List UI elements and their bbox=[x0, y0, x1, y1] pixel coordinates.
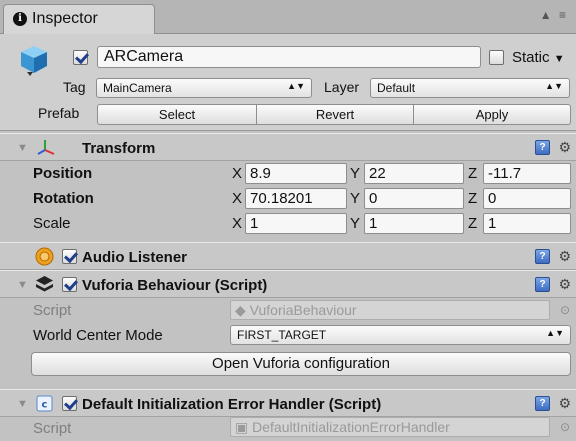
info-icon: i bbox=[13, 12, 27, 26]
world-center-mode-label: World Center Mode bbox=[33, 327, 163, 344]
tab-inspector[interactable]: i Inspector bbox=[3, 4, 155, 35]
gear-icon[interactable]: ⚙ bbox=[558, 248, 571, 265]
error-handler-script-field: ▣ DefaultInitializationErrorHandler bbox=[230, 417, 550, 437]
vuforia-script-row: Script ◆ VuforiaBehaviour ⊙ bbox=[0, 298, 576, 323]
gameobject-cube-icon[interactable] bbox=[19, 44, 49, 78]
static-checkbox[interactable] bbox=[489, 50, 504, 65]
error-handler-enabled-checkbox[interactable] bbox=[62, 396, 77, 411]
transform-header[interactable]: ▼ Transform ? ⚙ bbox=[0, 133, 576, 161]
scale-y-field[interactable]: 1 bbox=[364, 213, 464, 234]
transform-axes-icon bbox=[37, 140, 55, 155]
error-handler-header[interactable]: ▼ c Default Initialization Error Handler… bbox=[0, 389, 576, 417]
help-book-icon[interactable]: ? bbox=[535, 140, 550, 155]
scale-y-label[interactable]: Y bbox=[350, 215, 360, 232]
world-center-mode-row: World Center Mode FIRST_TARGET ▲▼ bbox=[0, 323, 576, 348]
error-handler-script-row: Script ▣ DefaultInitializationErrorHandl… bbox=[0, 416, 576, 441]
static-label[interactable]: Static ▼ bbox=[512, 49, 565, 66]
rotation-y-label[interactable]: Y bbox=[350, 190, 360, 207]
vuforia-title: Vuforia Behaviour (Script) bbox=[82, 277, 268, 294]
rotation-z-field[interactable]: 0 bbox=[483, 188, 571, 209]
error-handler-foldout-icon[interactable]: ▼ bbox=[17, 398, 28, 410]
position-z-field[interactable]: -11.7 bbox=[483, 163, 571, 184]
scale-z-label[interactable]: Z bbox=[468, 215, 477, 232]
world-center-dropdown-arrow-icon: ▲▼ bbox=[546, 328, 564, 338]
vuforia-script-label: Script bbox=[33, 302, 72, 319]
prefab-revert-button[interactable]: Revert bbox=[257, 104, 414, 125]
object-picker-icon[interactable]: ⊙ bbox=[560, 303, 570, 317]
audio-listener-title: Audio Listener bbox=[82, 249, 188, 266]
position-y-label[interactable]: Y bbox=[350, 165, 360, 182]
help-book-icon[interactable]: ? bbox=[535, 277, 550, 292]
vuforia-script-value: VuforiaBehaviour bbox=[249, 302, 357, 318]
script-asset-icon: ◆ bbox=[235, 302, 246, 318]
gear-icon[interactable]: ⚙ bbox=[558, 276, 571, 293]
rotation-z-label[interactable]: Z bbox=[468, 190, 477, 207]
prefab-apply-button[interactable]: Apply bbox=[414, 104, 571, 125]
script-asset-icon: ▣ bbox=[235, 419, 249, 435]
prefab-label: Prefab bbox=[38, 105, 80, 121]
prefab-select-button[interactable]: Select bbox=[97, 104, 257, 125]
window-menu-icon[interactable]: ▲ ≡ bbox=[540, 8, 568, 22]
position-z-label[interactable]: Z bbox=[468, 165, 477, 182]
svg-text:c: c bbox=[42, 400, 48, 411]
vuforia-foldout-icon[interactable]: ▼ bbox=[17, 279, 28, 291]
audio-listener-icon bbox=[35, 247, 54, 266]
tab-inspector-label: Inspector bbox=[32, 10, 98, 27]
scale-label: Scale bbox=[33, 215, 71, 232]
rotation-x-field[interactable]: 70.18201 bbox=[245, 188, 347, 209]
rotation-x-label[interactable]: X bbox=[232, 190, 242, 207]
error-handler-title: Default Initialization Error Handler (Sc… bbox=[82, 396, 382, 413]
rotation-y-field[interactable]: 0 bbox=[364, 188, 464, 209]
vuforia-behaviour-header[interactable]: ▼ Vuforia Behaviour (Script) ? ⚙ bbox=[0, 270, 576, 298]
object-picker-icon[interactable]: ⊙ bbox=[560, 420, 570, 434]
static-dropdown-arrow-icon[interactable]: ▼ bbox=[554, 53, 565, 65]
scale-x-label[interactable]: X bbox=[232, 215, 242, 232]
tab-bar: i Inspector ▲ ≡ bbox=[0, 0, 576, 35]
error-handler-script-value: DefaultInitializationErrorHandler bbox=[252, 419, 450, 435]
world-center-mode-dropdown[interactable]: FIRST_TARGET ▲▼ bbox=[230, 325, 571, 345]
position-label: Position bbox=[33, 165, 93, 182]
tag-dropdown[interactable]: MainCamera ▲▼ bbox=[96, 78, 312, 98]
scale-row: Scale X 1 Y 1 Z 1 bbox=[0, 211, 576, 236]
csharp-script-icon: c bbox=[36, 395, 53, 412]
audio-listener-enabled-checkbox[interactable] bbox=[62, 249, 77, 264]
position-y-field[interactable]: 22 bbox=[364, 163, 464, 184]
position-x-field[interactable]: 8.9 bbox=[245, 163, 347, 184]
open-vuforia-configuration-button[interactable]: Open Vuforia configuration bbox=[31, 352, 571, 376]
tag-label: Tag bbox=[63, 79, 86, 95]
help-book-icon[interactable]: ? bbox=[535, 396, 550, 411]
rotation-row: Rotation X 70.18201 Y 0 Z 0 bbox=[0, 186, 576, 211]
vuforia-logo-icon bbox=[36, 276, 53, 292]
position-x-label[interactable]: X bbox=[232, 165, 242, 182]
tag-dropdown-arrow-icon: ▲▼ bbox=[287, 81, 305, 91]
scale-z-field[interactable]: 1 bbox=[483, 213, 571, 234]
layer-dropdown-arrow-icon: ▲▼ bbox=[545, 81, 563, 91]
active-checkbox[interactable] bbox=[73, 50, 88, 65]
help-book-icon[interactable]: ? bbox=[535, 249, 550, 264]
transform-title: Transform bbox=[82, 140, 156, 157]
gameobject-header: ARCamera Static ▼ Tag MainCamera ▲▼ Laye… bbox=[0, 34, 576, 131]
scale-x-field[interactable]: 1 bbox=[245, 213, 347, 234]
vuforia-enabled-checkbox[interactable] bbox=[62, 277, 77, 292]
gameobject-name-input[interactable]: ARCamera bbox=[97, 46, 481, 68]
transform-foldout-icon[interactable]: ▼ bbox=[17, 142, 28, 154]
vuforia-script-field: ◆ VuforiaBehaviour bbox=[230, 300, 550, 320]
position-row: Position X 8.9 Y 22 Z -11.7 bbox=[0, 161, 576, 186]
gear-icon[interactable]: ⚙ bbox=[558, 139, 571, 156]
gear-icon[interactable]: ⚙ bbox=[558, 395, 571, 412]
rotation-label: Rotation bbox=[33, 190, 94, 207]
world-center-mode-value: FIRST_TARGET bbox=[237, 328, 327, 342]
layer-value: Default bbox=[377, 81, 416, 95]
error-handler-script-label: Script bbox=[33, 420, 72, 437]
audio-listener-header[interactable]: Audio Listener ? ⚙ bbox=[0, 242, 576, 270]
layer-label: Layer bbox=[324, 79, 360, 95]
tag-value: MainCamera bbox=[103, 81, 172, 95]
layer-dropdown[interactable]: Default ▲▼ bbox=[370, 78, 570, 98]
